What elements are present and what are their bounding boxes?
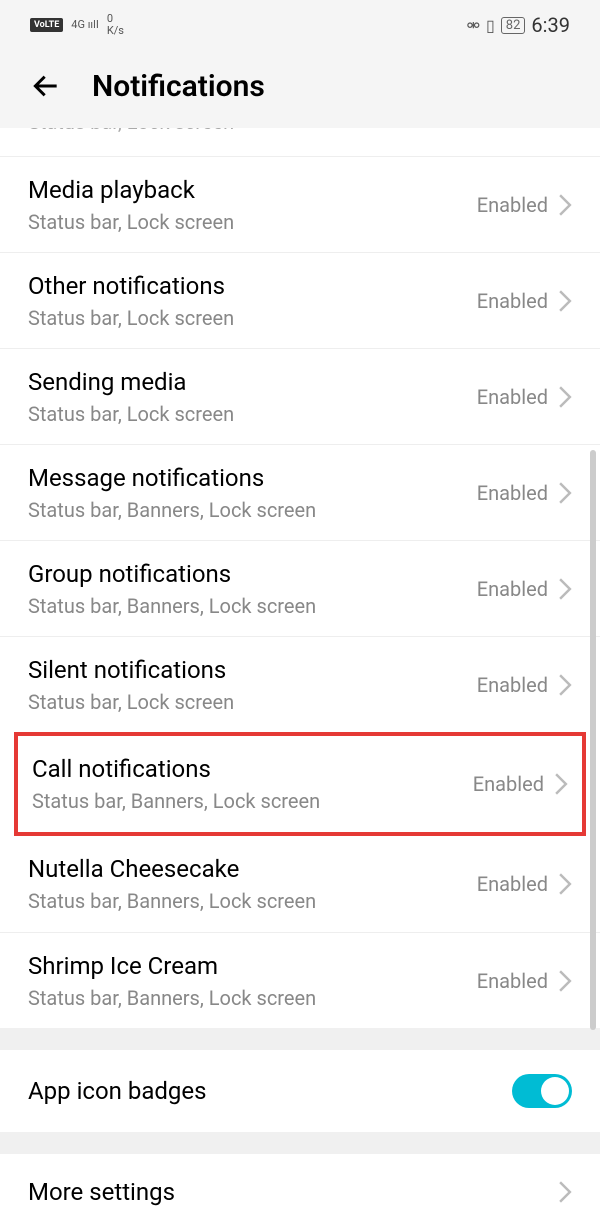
status-bar-left: VoLTE 4G ıılI 0K/s [30,13,124,37]
notification-list: Status bar, Lock screen Media playback S… [0,128,600,1028]
status-label: Enabled [473,772,544,796]
toggle-label: App icon badges [28,1077,207,1105]
item-title: Other notifications [28,272,477,300]
status-label: Enabled [477,673,548,697]
status-label: Enabled [477,193,548,217]
app-icon-badges-row[interactable]: App icon badges [0,1050,600,1132]
more-settings-label: More settings [28,1178,175,1206]
item-subtitle: Status bar, Banners, Lock screen [32,789,473,813]
volte-badge: VoLTE [30,18,63,32]
status-label: Enabled [477,481,548,505]
notification-item-other[interactable]: Other notifications Status bar, Lock scr… [0,252,600,348]
chevron-right-icon [558,482,572,504]
section-divider [0,1028,600,1050]
clock: 6:39 [531,13,570,37]
back-button[interactable] [28,68,64,104]
status-bar: VoLTE 4G ıılI 0K/s ⚮ ▯ 82 6:39 [0,0,600,50]
chevron-right-icon [558,578,572,600]
notification-item-nutella[interactable]: Nutella Cheesecake Status bar, Banners, … [0,836,600,932]
battery-indicator: 82 [501,17,526,34]
item-title: Message notifications [28,464,477,492]
item-subtitle: Status bar, Lock screen [28,402,477,426]
notification-item-media-playback[interactable]: Media playback Status bar, Lock screen E… [0,156,600,252]
item-subtitle: Status bar, Lock screen [28,690,477,714]
status-label: Enabled [477,289,548,313]
page-title: Notifications [92,69,265,104]
item-subtitle: Status bar, Banners, Lock screen [28,986,477,1010]
network-indicator: 4G ıılI [71,19,99,31]
item-title: Sending media [28,368,477,396]
chevron-right-icon [558,1181,572,1203]
arrow-left-icon [30,70,62,102]
chevron-right-icon [558,290,572,312]
bluetooth-icon: ⚮ [467,16,480,35]
status-label: Enabled [477,577,548,601]
section-divider [0,1132,600,1154]
chevron-right-icon [558,873,572,895]
toggle-knob [541,1077,569,1105]
app-header: Notifications [0,50,600,128]
item-title: Nutella Cheesecake [28,855,477,883]
item-title: Shrimp Ice Cream [28,952,477,980]
chevron-right-icon [558,194,572,216]
item-title: Media playback [28,176,477,204]
item-subtitle: Status bar, Banners, Lock screen [28,594,477,618]
item-subtitle: Status bar, Banners, Lock screen [28,889,477,913]
item-subtitle: Status bar, Lock screen [28,306,477,330]
status-label: Enabled [477,872,548,896]
item-subtitle: Status bar, Banners, Lock screen [28,498,477,522]
chevron-right-icon [554,773,568,795]
toggle-switch[interactable] [512,1074,572,1108]
status-label: Enabled [477,969,548,993]
notification-item-message[interactable]: Message notifications Status bar, Banner… [0,444,600,540]
item-title: Silent notifications [28,656,477,684]
notification-item-group[interactable]: Group notifications Status bar, Banners,… [0,540,600,636]
scrollbar[interactable] [590,450,596,1030]
notification-item-sending-media[interactable]: Sending media Status bar, Lock screen En… [0,348,600,444]
item-title: Call notifications [32,755,473,783]
chevron-right-icon [558,386,572,408]
chevron-right-icon [558,970,572,992]
item-title: Group notifications [28,560,477,588]
notification-item-silent[interactable]: Silent notifications Status bar, Lock sc… [0,636,600,732]
item-subtitle: Status bar, Lock screen [28,210,477,234]
notification-item-shrimp[interactable]: Shrimp Ice Cream Status bar, Banners, Lo… [0,932,600,1028]
chevron-right-icon [558,674,572,696]
highlighted-item: Call notifications Status bar, Banners, … [14,732,586,836]
notification-item-call[interactable]: Call notifications Status bar, Banners, … [18,736,582,832]
status-label: Enabled [477,385,548,409]
data-speed: 0K/s [107,13,124,37]
more-settings-row[interactable]: More settings [0,1154,600,1230]
status-bar-right: ⚮ ▯ 82 6:39 [467,13,570,37]
vibrate-icon: ▯ [486,16,495,35]
partial-row: Status bar, Lock screen [0,128,600,156]
